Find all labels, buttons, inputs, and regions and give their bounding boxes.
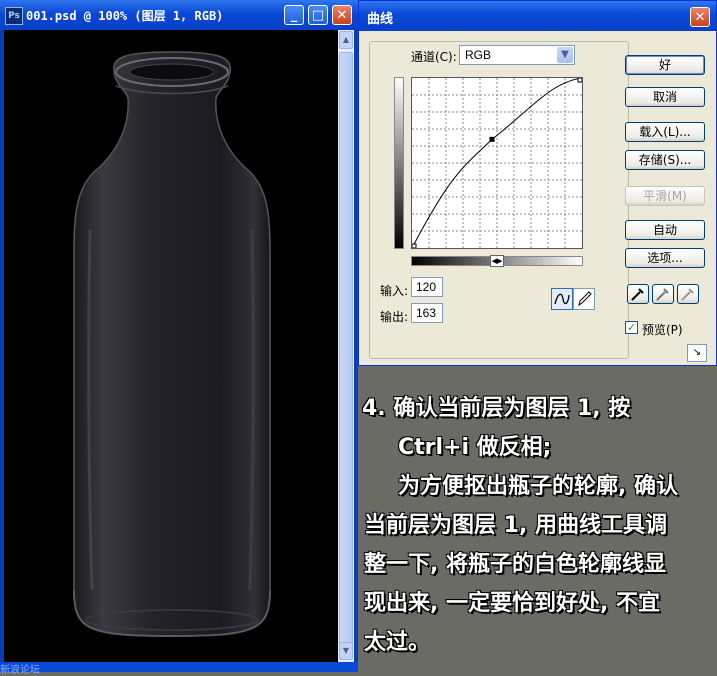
curve-tool-button[interactable] <box>551 288 573 310</box>
input-value-field[interactable]: 120 <box>411 277 443 297</box>
vertical-scrollbar[interactable]: ▲ ▼ <box>338 30 354 662</box>
chevron-down-icon[interactable]: ▼ <box>557 47 573 63</box>
options-button[interactable]: 选项... <box>625 248 705 268</box>
gray-eyedropper-icon <box>656 288 669 301</box>
output-value-field[interactable]: 163 <box>411 303 443 323</box>
white-eyedropper-button[interactable] <box>677 284 699 304</box>
output-gradient-bar <box>394 77 404 249</box>
scroll-up-icon[interactable]: ▲ <box>339 31 353 49</box>
gray-eyedropper-button[interactable] <box>652 284 674 304</box>
ok-button[interactable]: 好 <box>625 55 705 75</box>
dialog-close-button[interactable]: ✕ <box>690 7 710 27</box>
curve-point-mid <box>489 136 495 142</box>
watermark: 新浪论坛 <box>0 665 40 676</box>
preview-label: 预览(P) <box>642 323 683 337</box>
image-document-window[interactable]: Ps 001.psd @ 100% (图层 1, RGB) _ □ ✕ ▲ ▼ … <box>0 0 358 676</box>
tutorial-line-3: 为方便抠出瓶子的轮廓, 确认 <box>398 474 679 499</box>
cancel-button[interactable]: 取消 <box>625 87 705 107</box>
tutorial-line-7: 太过。 <box>364 630 431 655</box>
load-button[interactable]: 载入(L)... <box>625 122 705 142</box>
smooth-button: 平滑(M) <box>625 186 705 206</box>
output-label: 输出: <box>380 310 409 324</box>
scroll-down-icon[interactable]: ▼ <box>339 642 353 660</box>
tutorial-line-2: Ctrl+i 做反相; <box>398 435 552 460</box>
curves-dialog-titlebar[interactable]: 曲线 ✕ <box>359 1 716 31</box>
preview-checkbox[interactable]: ✓ <box>625 321 638 334</box>
pencil-tool-button[interactable] <box>573 288 595 310</box>
image-canvas[interactable] <box>4 30 338 662</box>
tutorial-line-6: 现出来, 一定要恰到好处, 不宜 <box>364 591 661 616</box>
curve-point-end <box>577 77 583 83</box>
tutorial-text-panel: 4. 确认当前层为图层 1, 按 Ctrl+i 做反相; 为方便抠出瓶子的轮廓,… <box>358 368 717 672</box>
auto-button[interactable]: 自动 <box>625 220 705 240</box>
bottle-image <box>73 51 271 638</box>
image-window-titlebar[interactable]: Ps 001.psd @ 100% (图层 1, RGB) _ □ ✕ <box>0 0 358 30</box>
image-window-statusbar <box>0 662 358 672</box>
tutorial-line-4: 当前层为图层 1, 用曲线工具调 <box>364 513 667 538</box>
white-eyedropper-icon <box>681 288 694 301</box>
curves-dialog-title: 曲线 <box>367 12 394 27</box>
input-label: 输入: <box>380 284 409 298</box>
tutorial-line-5: 整一下, 将瓶子的白色轮廓线显 <box>364 552 667 577</box>
channel-value: RGB <box>465 48 492 62</box>
save-button[interactable]: 存储(S)... <box>625 150 705 170</box>
curve-point-start <box>411 243 417 249</box>
image-window-title: 001.psd @ 100% (图层 1, RGB) <box>26 9 224 23</box>
expand-dialog-icon[interactable]: ↘ <box>687 344 707 362</box>
channel-select[interactable]: RGB ▼ <box>459 45 575 65</box>
photoshop-icon: Ps <box>5 7 23 25</box>
channel-label: 通道(C): <box>411 50 457 64</box>
curve-grid-svg <box>411 77 583 249</box>
black-eyedropper-button[interactable] <box>627 284 649 304</box>
curves-dialog[interactable]: 曲线 ✕ 通道(C): RGB ▼ ◀▶ 输入: 120 输出: 163 好 取… <box>358 0 717 366</box>
curve-graph[interactable] <box>411 77 583 249</box>
black-eyedropper-icon <box>631 288 644 301</box>
pencil-icon <box>578 291 592 307</box>
close-button[interactable]: ✕ <box>332 5 352 25</box>
minimize-button[interactable]: _ <box>284 5 304 25</box>
tutorial-line-1: 4. 确认当前层为图层 1, 按 <box>362 396 631 421</box>
scrollbar-thumb[interactable] <box>339 52 353 652</box>
gradient-toggle-icon[interactable]: ◀▶ <box>490 255 504 267</box>
maximize-button[interactable]: □ <box>308 5 328 25</box>
curve-tool-icon <box>554 293 570 305</box>
